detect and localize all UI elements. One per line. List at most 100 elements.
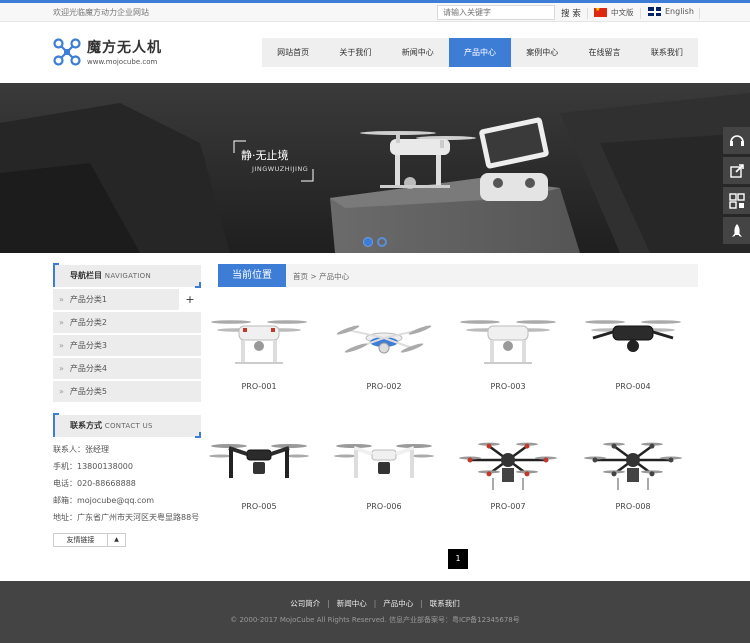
breadcrumb-separator: > [310, 272, 317, 281]
lang-en-label: English [665, 7, 694, 16]
banner-title: 静·无止境 [241, 149, 289, 162]
product-image [336, 325, 432, 354]
nav-item[interactable]: 网站首页 [262, 38, 324, 67]
nav-item[interactable]: 案例中心 [511, 38, 573, 67]
category-label: 产品分类2 [69, 318, 107, 327]
floating-toolbar [723, 127, 750, 247]
divider [587, 8, 588, 19]
product-card[interactable]: PRO-008 [578, 428, 688, 511]
product-image [211, 320, 307, 364]
contact-person: 联系人：张经理 [53, 445, 109, 454]
contact-email: 邮箱：mojocube@qq.com [53, 496, 155, 505]
product-image [334, 444, 434, 478]
divider [699, 8, 700, 19]
rocket-icon [731, 223, 742, 237]
caret-up-icon: ▲ [114, 536, 119, 543]
chevron-right-icon: » [59, 387, 64, 396]
footer-link[interactable]: 公司简介 [290, 599, 320, 608]
customer-service-button[interactable] [723, 127, 750, 154]
footer: 公司简介 | 新闻中心 | 产品中心 | 联系我们 © 2000-2017 MojoCube… [0, 581, 750, 643]
lang-en-link[interactable]: English [648, 7, 694, 16]
footer-link[interactable]: 产品中心 [383, 599, 413, 608]
lang-cn-label: 中文版 [611, 8, 634, 17]
product-card[interactable]: PRO-005 [204, 428, 314, 511]
product-image [209, 444, 309, 478]
contact-mobile: 手机：13800138000 [53, 462, 133, 471]
divider: | [327, 599, 330, 608]
category-item[interactable]: » 产品分类2 [53, 312, 201, 333]
contact-header: 联系方式 CONTACT US [53, 415, 201, 437]
qrcode-button[interactable] [723, 187, 750, 214]
top-bar: 欢迎光临魔方动力企业网站 搜 索 中文版 English [0, 3, 750, 22]
qrcode-icon [728, 192, 745, 209]
product-name: PRO-001 [241, 382, 277, 391]
breadcrumb-home[interactable]: 首页 [293, 272, 308, 281]
contact-title: 联系方式 [70, 421, 102, 430]
corner-decoration [195, 282, 201, 288]
banner-subtitle: JINGWUZHIJING [252, 165, 309, 173]
copyright: © 2000-2017 MojoCube All Rights Reserved… [230, 616, 520, 624]
expand-plus-icon[interactable]: + [179, 289, 201, 310]
search-input[interactable] [437, 5, 555, 20]
header: 魔方无人机 www.mojocube.com 网站首页 关于我们 新闻中心 产品中心案… [0, 23, 750, 83]
footer-links: 公司简介 | 新闻中心 | 产品中心 | 联系我们 [0, 598, 750, 609]
nav-item[interactable]: 关于我们 [324, 38, 386, 67]
category-item[interactable]: » 产品分类1 + [53, 289, 201, 310]
friend-links-select[interactable]: 友情链接 ▲ [53, 533, 126, 547]
product-name: PRO-008 [615, 502, 651, 511]
nav-item[interactable]: 联系我们 [636, 38, 698, 67]
nav-column-header: 导航栏目 NAVIGATION [53, 265, 201, 287]
logo-title: 魔方无人机 [87, 40, 162, 56]
nav-column-title-en: NAVIGATION [104, 272, 151, 280]
category-label: 产品分类4 [69, 364, 107, 373]
breadcrumb-current: 产品中心 [319, 272, 350, 281]
nav-item[interactable]: 产品中心 [448, 38, 512, 67]
nav-item[interactable]: 在线留言 [573, 38, 635, 67]
product-name: PRO-003 [490, 382, 526, 391]
divider [640, 8, 641, 19]
welcome-text: 欢迎光临魔方动力企业网站 [53, 8, 149, 17]
footer-link[interactable]: 联系我们 [430, 599, 460, 608]
product-image [585, 320, 681, 352]
nav-item[interactable]: 新闻中心 [387, 38, 449, 67]
category-label: 产品分类5 [69, 387, 107, 396]
slider-dot-2[interactable] [377, 237, 387, 247]
share-icon [729, 163, 744, 178]
slider-dot-1[interactable] [363, 237, 373, 247]
category-item[interactable]: » 产品分类4 [53, 358, 201, 379]
product-name: PRO-002 [366, 382, 402, 391]
corner-decoration [53, 263, 59, 269]
friend-links-label: 友情链接 [54, 534, 108, 546]
divider: | [373, 599, 377, 608]
contact-phone: 电话：020-88668888 [53, 479, 136, 488]
breadcrumb-title: 当前位置 [218, 264, 286, 287]
banner-image [0, 83, 750, 253]
product-card[interactable]: PRO-003 [453, 308, 563, 391]
product-card[interactable]: PRO-006 [329, 428, 439, 511]
search-button[interactable]: 搜 索 [556, 5, 586, 20]
product-card[interactable]: PRO-001 [204, 308, 314, 391]
corner-decoration [195, 432, 201, 438]
divider: | [420, 599, 423, 608]
product-card[interactable]: PRO-002 [329, 308, 439, 391]
category-item[interactable]: » 产品分类3 [53, 335, 201, 356]
product-name: PRO-007 [490, 502, 526, 511]
lang-cn-link[interactable]: 中文版 [594, 7, 634, 18]
share-button[interactable] [723, 157, 750, 184]
pagination-page[interactable]: 1 [448, 549, 468, 569]
footer-link[interactable]: 新闻中心 [337, 599, 367, 608]
chevron-right-icon: » [59, 341, 64, 350]
logo[interactable]: 魔方无人机 www.mojocube.com [53, 37, 162, 66]
product-card[interactable]: PRO-007 [453, 428, 563, 511]
chevron-right-icon: » [59, 364, 64, 373]
category-list: » 产品分类1 + » 产品分类2 » 产品分类3 » 产品分类4 » 产品分类5 [53, 289, 201, 404]
category-label: 产品分类3 [69, 341, 107, 350]
nav-column-title: 导航栏目 [70, 271, 102, 280]
chevron-right-icon: » [59, 295, 64, 304]
category-item[interactable]: » 产品分类5 [53, 381, 201, 402]
back-to-top-button[interactable] [723, 217, 750, 244]
china-flag-icon [594, 8, 607, 17]
corner-decoration [53, 413, 59, 419]
drone-logo-icon [53, 37, 81, 66]
product-card[interactable]: PRO-004 [578, 308, 688, 391]
